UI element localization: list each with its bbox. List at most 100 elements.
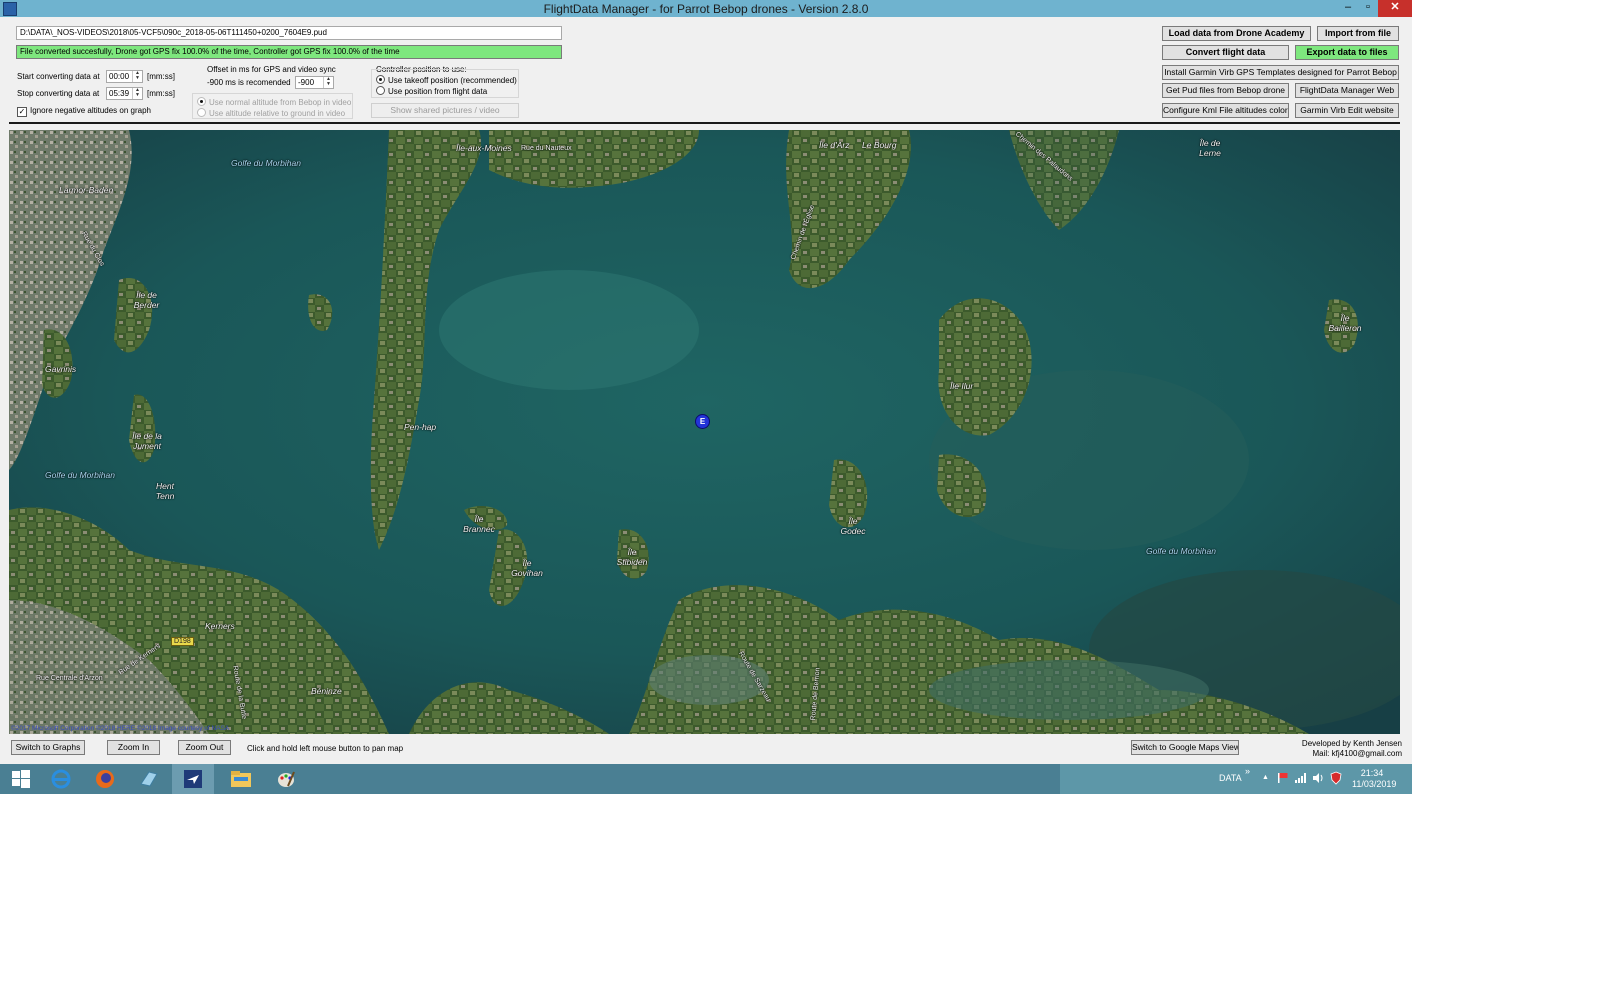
radio-flight-position[interactable]: Use position from flight data	[376, 86, 487, 96]
offset-title: Offset in ms for GPS and video sync	[207, 65, 336, 74]
spinner-arrows-icon[interactable]: ▲ ▼	[132, 88, 142, 99]
tray-show-hidden-icon[interactable]: ▲	[1262, 774, 1269, 781]
credits: Developed by Kenth Jensen Mail: kfj4100@…	[1290, 739, 1402, 759]
stop-time-value: 05:39	[109, 89, 130, 98]
tray-expand-icon[interactable]: »	[1245, 766, 1250, 776]
get-pud-button[interactable]: Get Pud files from Bebop drone	[1162, 83, 1289, 98]
map-label: Île Ilur	[950, 381, 974, 391]
start-label: Start converting data at	[17, 72, 100, 81]
radio-dot-icon	[376, 75, 385, 84]
map-label: Hent Tenn	[155, 481, 175, 501]
map-label: Rue du Nauteux	[521, 145, 572, 152]
clock-date: 11/03/2019	[1352, 779, 1397, 789]
switch-google-maps-button[interactable]: Switch to Google Maps View	[1131, 740, 1239, 755]
fdm-web-button[interactable]: FlightData Manager Web	[1295, 83, 1399, 98]
window-title: FlightData Manager - for Parrot Bebop dr…	[543, 2, 869, 16]
map-label: Kerners	[205, 621, 235, 631]
offset-recommend: -900 ms is recomended	[207, 78, 291, 87]
stop-label: Stop converting data at	[17, 89, 100, 98]
map-label: Île-aux-Moines	[456, 143, 512, 153]
radio-label: Use altitude relative to ground in video	[209, 109, 346, 118]
file-explorer-icon[interactable]	[220, 764, 262, 794]
maximize-button[interactable]: ▫	[1358, 0, 1378, 17]
garmin-web-button[interactable]: Garmin Virb Edit website	[1295, 103, 1399, 118]
radio-dot-icon	[376, 86, 385, 95]
import-file-button[interactable]: Import from file	[1317, 26, 1399, 41]
zoom-in-button[interactable]: Zoom In	[107, 740, 160, 755]
stop-time-spinner[interactable]: 05:39 ▲ ▼	[106, 87, 143, 100]
flag-icon[interactable]	[1277, 772, 1289, 786]
map-label: Île Govihan	[511, 558, 543, 578]
map-label: Golfe du Morbihan	[231, 158, 301, 168]
title-bar[interactable]: FlightData Manager - for Parrot Bebop dr…	[0, 0, 1412, 17]
flightdata-manager-icon[interactable]	[172, 764, 214, 794]
ignore-negative-label: Ignore negative altitudes on graph	[30, 106, 151, 115]
developer-credit: Developed by Kenth Jensen	[1301, 739, 1402, 748]
map-label: Larmor-Baden	[59, 185, 114, 195]
radio-label: Use takeoff position (recommended)	[388, 76, 517, 85]
radio-relative-altitude[interactable]: Use altitude relative to ground in video	[197, 108, 345, 118]
offset-value: -900	[298, 78, 315, 87]
radio-label: Use normal altitude from Bebop in video	[209, 98, 352, 107]
map-label: Golfe du Morbihan	[45, 470, 115, 480]
satellite-imagery	[9, 130, 1400, 734]
file-path-field[interactable]: D:\DATA\_NOS-VIDEOS\2018\05-VCF5\090c_20…	[16, 26, 562, 40]
minimize-button[interactable]: –	[1338, 0, 1358, 17]
map-label: Île Brannec	[463, 514, 495, 534]
close-button[interactable]: ✕	[1378, 0, 1412, 17]
tray-data-label[interactable]: DATA	[1219, 773, 1242, 783]
map-label: Île de Lerne	[1199, 138, 1221, 158]
device-manager-icon[interactable]	[128, 764, 170, 794]
map-label: Île d'Arz	[819, 140, 850, 150]
spinner-arrows-icon[interactable]: ▲ ▼	[132, 71, 142, 82]
map-label: Gavrinis	[45, 364, 77, 374]
export-data-button[interactable]: Export data to files	[1295, 45, 1399, 60]
map-copyright: ©2017 Microsoft Corporation ©2018 HERE ©…	[11, 725, 230, 732]
map-label: Rue Centrale d'Arzon	[36, 675, 103, 682]
map-label: Île de la Jument	[132, 431, 162, 451]
clock-time: 21:34	[1360, 768, 1384, 778]
developer-mail: Mail: kfj4100@gmail.com	[1312, 749, 1402, 758]
configure-kml-button[interactable]: Configure Kml File altitudes colors	[1162, 103, 1289, 118]
internet-explorer-icon[interactable]	[40, 764, 82, 794]
start-time-value: 00:00	[109, 72, 130, 81]
load-drone-academy-button[interactable]: Load data from Drone Academy	[1162, 26, 1311, 41]
map-label: Île Godec	[840, 516, 866, 536]
stop-unit: [mm:ss]	[147, 89, 175, 98]
radio-dot-icon	[197, 97, 206, 106]
map-label: Béninze	[311, 686, 342, 696]
map-label: Golfe du Morbihan	[1146, 546, 1216, 556]
map-label: Île de Berder	[133, 290, 160, 310]
pan-hint: Click and hold left mouse button to pan …	[247, 744, 404, 753]
checkbox-check-icon[interactable]: ✓	[17, 107, 27, 117]
switch-graphs-button[interactable]: Switch to Graphs	[11, 740, 85, 755]
spinner-arrows-icon[interactable]: ▲ ▼	[323, 77, 333, 88]
map-label: Île Stibiden	[616, 547, 648, 567]
show-shared-button[interactable]: Show shared pictures / video	[371, 103, 519, 118]
install-garmin-button[interactable]: Install Garmin Virb GPS Templates design…	[1162, 65, 1399, 80]
firefox-icon[interactable]	[84, 764, 126, 794]
map-view[interactable]: Golfe du Morbihan Larmor-Baden Île-aux-M…	[9, 130, 1400, 734]
taskbar: DATA » ▲ 21:34 11/03/2019	[0, 764, 1412, 794]
radio-label: Use position from flight data	[388, 87, 488, 96]
start-time-spinner[interactable]: 00:00 ▲ ▼	[106, 70, 143, 83]
radio-takeoff-position[interactable]: Use takeoff position (recommended)	[376, 75, 517, 85]
ignore-negative-checkbox[interactable]: ✓ Ignore negative altitudes on graph	[17, 106, 151, 117]
convert-flight-data-button[interactable]: Convert flight data	[1162, 45, 1289, 60]
road-sign: D198	[171, 637, 194, 646]
windows-start-icon[interactable]	[0, 764, 42, 794]
security-shield-icon[interactable]	[1330, 771, 1342, 787]
volume-icon[interactable]	[1312, 772, 1324, 786]
network-icon[interactable]	[1294, 772, 1307, 786]
offset-spinner[interactable]: -900 ▲ ▼	[295, 76, 334, 89]
paint-icon[interactable]	[265, 764, 307, 794]
zoom-out-button[interactable]: Zoom Out	[178, 740, 231, 755]
status-bar: File converted succesfully, Drone got GP…	[16, 45, 562, 59]
clock[interactable]: 21:34 11/03/2019	[1352, 768, 1397, 790]
map-label: Pen-hap	[404, 422, 437, 432]
separator	[9, 122, 1400, 124]
start-unit: [mm:ss]	[147, 72, 175, 81]
drone-end-marker[interactable]: E	[695, 414, 710, 429]
radio-normal-altitude[interactable]: Use normal altitude from Bebop in video	[197, 97, 351, 107]
app-window: FlightData Manager - for Parrot Bebop dr…	[0, 0, 1412, 794]
